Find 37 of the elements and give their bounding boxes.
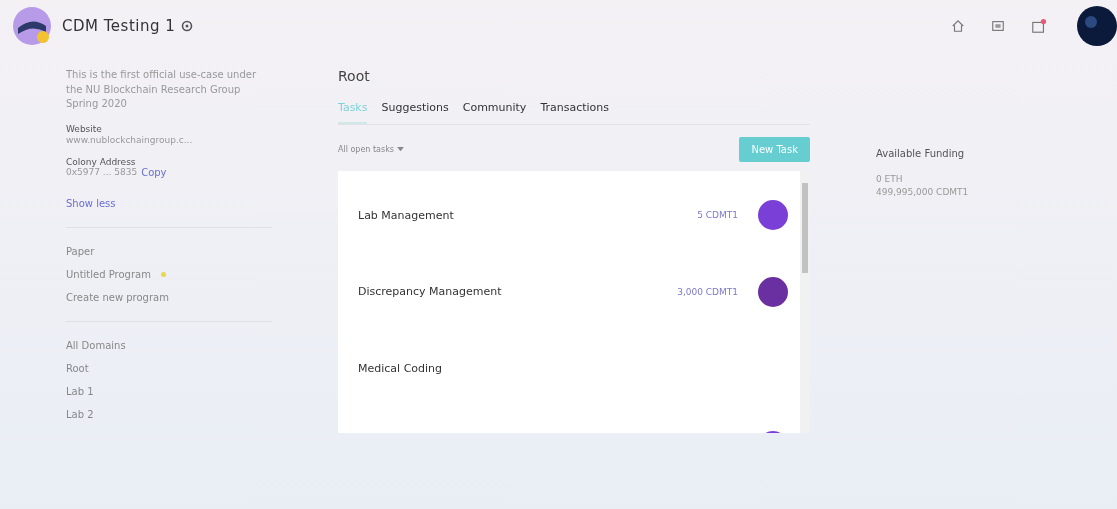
task-reward: 5 CDMT1: [697, 210, 738, 220]
colony-address: 0x5977 ... 5835: [66, 166, 138, 178]
funding-heading: Available Funding: [876, 148, 966, 159]
new-task-button[interactable]: New Task: [739, 137, 810, 162]
domain-item[interactable]: All Domains: [66, 339, 272, 351]
domain-item[interactable]: Lab 2: [66, 408, 272, 420]
task-title[interactable]: Discrepancy Management: [358, 285, 502, 298]
colony-avatar: [12, 6, 52, 46]
domain-item[interactable]: Lab 1: [66, 385, 272, 397]
copy-link[interactable]: Copy: [141, 166, 167, 178]
show-less-link[interactable]: Show less: [66, 197, 272, 209]
home-icon[interactable]: [951, 19, 965, 33]
wallet-icon[interactable]: [991, 19, 1005, 33]
filter-dropdown[interactable]: All open tasks: [338, 145, 404, 154]
program-item[interactable]: Untitled Program: [66, 268, 151, 280]
funding-amount: 0 ETH: [876, 173, 904, 186]
colony-description: This is the first official use-case under the NU Blockchain Research Group Spring 2020: [66, 68, 257, 111]
website-link[interactable]: www.nublockchaingroup.c...: [66, 134, 193, 145]
user-avatar[interactable]: [1077, 6, 1117, 46]
task-reward: 3,000 CDMT1: [677, 286, 738, 297]
domain-title: Root: [338, 68, 371, 84]
tab[interactable]: Transactions: [540, 98, 610, 124]
address-label: Colony Address: [66, 156, 137, 167]
task-title[interactable]: Medical Coding: [358, 362, 443, 375]
create-program-link[interactable]: Create new program: [66, 291, 272, 303]
domain-item[interactable]: Root: [66, 362, 272, 374]
tab[interactable]: Suggestions: [381, 98, 449, 124]
colony-title: CDM Testing 1: [62, 17, 176, 35]
website-label: Website: [66, 123, 103, 134]
funding-amount: 499,995,000 CDMT1: [876, 185, 969, 199]
settings-icon[interactable]: [181, 20, 194, 32]
tab[interactable]: Community: [462, 98, 527, 124]
programs-heading: Paper: [66, 245, 96, 257]
caret-icon: [397, 147, 404, 152]
inbox-icon[interactable]: [1031, 18, 1047, 34]
scrollbar[interactable]: [800, 171, 810, 433]
task-title[interactable]: Lab Management: [358, 208, 454, 222]
